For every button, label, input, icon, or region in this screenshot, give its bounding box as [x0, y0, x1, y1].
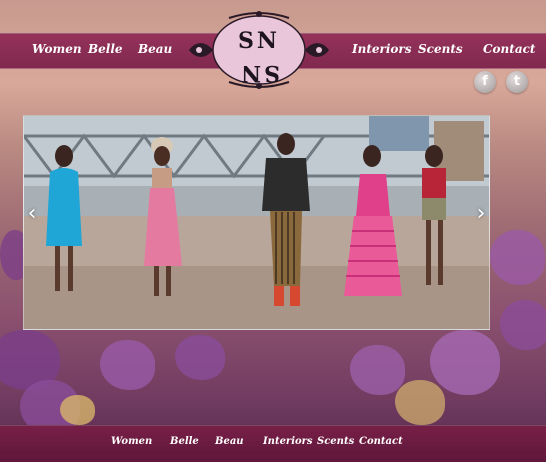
facebook-icon[interactable]: f — [474, 71, 496, 93]
footer-link-scents[interactable]: Scents — [317, 436, 354, 447]
site-logo[interactable]: SN SN — [185, 10, 333, 90]
footer-nav-bar: Women Belle Beau Interiors Scents Contac… — [0, 425, 546, 462]
nav-link-contact[interactable]: Contact — [483, 42, 535, 56]
logo-text-bottom: SN — [238, 60, 280, 86]
image-slider[interactable]: ‹ › — [23, 115, 490, 330]
slider-photo — [24, 116, 489, 329]
nav-link-scents[interactable]: Scents — [418, 42, 463, 56]
footer-link-beau[interactable]: Beau — [215, 436, 244, 447]
footer-link-belle[interactable]: Belle — [170, 436, 199, 447]
slider-next-arrow[interactable]: › — [475, 194, 487, 234]
nav-link-women[interactable]: Women — [32, 42, 82, 56]
slider-prev-arrow[interactable]: ‹ — [26, 194, 38, 234]
footer-link-interiors[interactable]: Interiors — [263, 436, 313, 447]
nav-link-belle[interactable]: Belle — [88, 42, 123, 56]
nav-link-interiors[interactable]: Interiors — [352, 42, 411, 56]
footer-link-contact[interactable]: Contact — [359, 436, 403, 447]
twitter-icon[interactable]: t — [506, 71, 528, 93]
nav-link-beau[interactable]: Beau — [138, 42, 172, 56]
logo-text-top: SN — [238, 28, 280, 54]
footer-link-women[interactable]: Women — [111, 436, 152, 447]
